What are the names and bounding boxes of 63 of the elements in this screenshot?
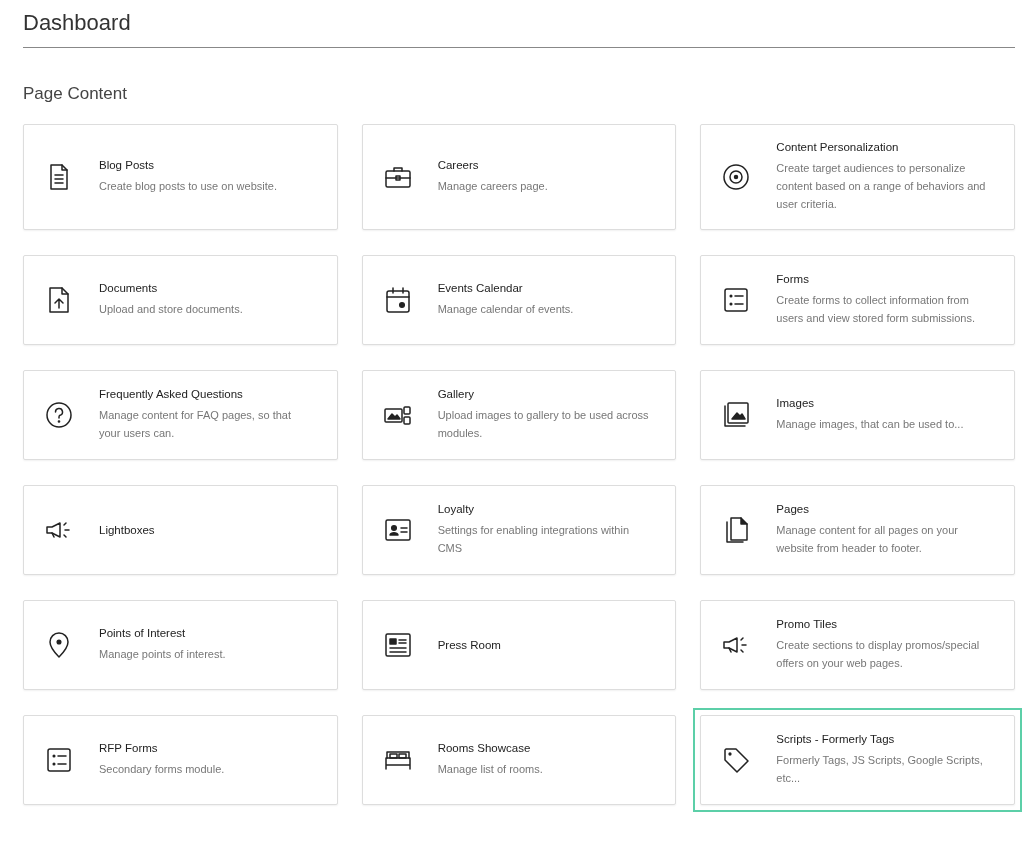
- card-description: Manage list of rooms.: [437, 762, 543, 777]
- card-description: Settings for enabling integrations within CMS: [437, 523, 631, 556]
- card-title: Frequently Asked Questions: [99, 388, 244, 400]
- module-card[interactable]: Content Personalization Create target audiences to personalize content based on a range of behaviors and user criteria.: [700, 124, 1015, 230]
- card-title: Gallery: [437, 388, 476, 400]
- module-card[interactable]: Events Calendar Manage calendar of events.: [361, 255, 677, 345]
- module-card[interactable]: RFP Forms Secondary forms module.: [23, 715, 338, 805]
- module-card[interactable]: Frequently Asked Questions Manage content for FAQ pages, so that your users can.: [23, 370, 338, 460]
- newspaper-icon: [383, 631, 412, 659]
- module-card[interactable]: Pages Manage content for all pages on your website from header to footer.: [700, 485, 1015, 575]
- card-description: Create blog posts to use on website.: [99, 179, 277, 194]
- module-card[interactable]: Lightboxes: [23, 485, 338, 575]
- card-description: Manage points of interest.: [99, 647, 226, 662]
- module-card[interactable]: Promo Tiles Create sections to display promos/special offers on your web pages.: [700, 600, 1015, 690]
- list-icon: [722, 286, 751, 314]
- card-title: Promo Tiles: [776, 618, 839, 630]
- module-card[interactable]: Images Manage images, that can be used to...: [700, 370, 1015, 460]
- card-title: Forms: [776, 273, 810, 285]
- card-description: Upload and store documents.: [99, 302, 243, 317]
- calendar-icon: [383, 286, 412, 314]
- card-title: Rooms Showcase: [437, 742, 532, 754]
- module-card[interactable]: Loyalty Settings for enabling integrations within CMS: [361, 485, 677, 575]
- card-title: Events Calendar: [437, 282, 524, 294]
- module-card[interactable]: Rooms Showcase Manage list of rooms.: [361, 715, 677, 805]
- card-title: Content Personalization: [776, 141, 900, 153]
- card-title: Lightboxes: [99, 524, 155, 536]
- tag-icon: [722, 746, 751, 774]
- images-icon: [722, 401, 751, 429]
- module-card[interactable]: Scripts - Formerly Tags Formerly Tags, JS Scripts, Google Scripts, etc...: [700, 715, 1015, 805]
- id-card-icon: [383, 516, 412, 544]
- card-title: Points of Interest: [99, 627, 187, 639]
- card-description: Manage calendar of events.: [437, 302, 574, 317]
- card-description: Create sections to display promos/special offers on your web pages.: [776, 638, 981, 671]
- card-title: Documents: [99, 282, 159, 294]
- target-icon: [722, 163, 751, 191]
- card-title: Loyalty: [437, 503, 476, 515]
- module-card[interactable]: Points of Interest Manage points of interest.: [23, 600, 338, 690]
- module-card[interactable]: Gallery Upload images to gallery to be used across modules.: [361, 370, 677, 460]
- module-card[interactable]: Press Room: [361, 600, 677, 690]
- card-title: Careers: [437, 159, 480, 171]
- module-card[interactable]: Careers Manage careers page.: [361, 124, 677, 230]
- card-description: Manage careers page.: [437, 179, 548, 194]
- card-description: Manage content for all pages on your website from header to footer.: [776, 523, 959, 556]
- card-description: Manage images, that can be used to...: [776, 417, 964, 432]
- card-description: Secondary forms module.: [99, 762, 225, 777]
- card-description: Upload images to gallery to be used across modules.: [437, 408, 650, 441]
- card-description: Manage content for FAQ pages, so that your users can.: [99, 408, 292, 441]
- card-description: Create forms to collect information from users and view stored form submissions.: [776, 293, 976, 326]
- card-title: Images: [776, 397, 816, 409]
- card-title: Scripts - Formerly Tags: [776, 733, 896, 745]
- card-title: Pages: [776, 503, 810, 515]
- module-card[interactable]: Blog Posts Create blog posts to use on website.: [23, 124, 338, 230]
- page-title: Dashboard: [23, 0, 1015, 48]
- question-icon: [45, 401, 73, 429]
- module-card[interactable]: Documents Upload and store documents.: [23, 255, 338, 345]
- card-description: Create target audiences to personalize content based on a range of behaviors and user criteria.: [776, 161, 987, 212]
- module-card[interactable]: Forms Create forms to collect information from users and view stored form submissions.: [700, 255, 1015, 345]
- card-description: Formerly Tags, JS Scripts, Google Scripts, etc...: [776, 753, 984, 786]
- list-icon: [45, 746, 73, 774]
- card-title: Press Room: [437, 639, 501, 651]
- card-title: RFP Forms: [99, 742, 159, 754]
- card-title: Blog Posts: [99, 159, 155, 171]
- section-title: Page Content: [23, 84, 128, 104]
